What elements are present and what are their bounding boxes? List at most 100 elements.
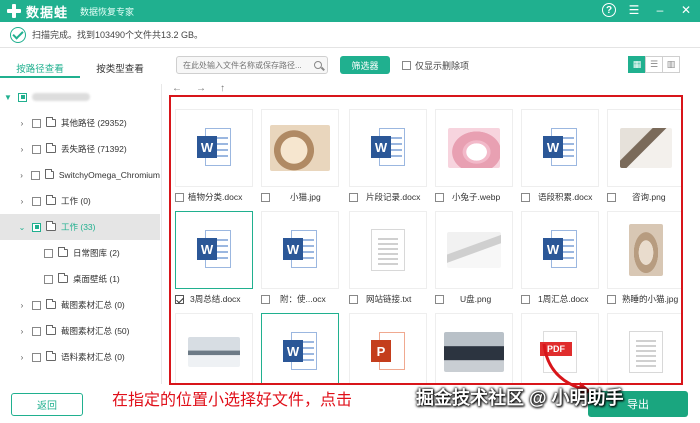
file-checkbox[interactable] bbox=[521, 192, 530, 202]
list-view-icon[interactable]: ☰ bbox=[645, 56, 663, 73]
file-item[interactable]: U盘.png bbox=[435, 211, 513, 307]
file-item[interactable]: W 植物分类.docx bbox=[175, 109, 253, 205]
file-checkbox[interactable] bbox=[607, 294, 616, 304]
file-checkbox[interactable] bbox=[349, 294, 358, 304]
tree-item-work-0[interactable]: › 工作 (0) bbox=[0, 188, 160, 214]
file-checkbox[interactable] bbox=[261, 294, 270, 304]
file-label: 语段积累.docx bbox=[521, 191, 607, 203]
file-item[interactable]: W 1周汇总.docx bbox=[521, 211, 599, 307]
file-item[interactable]: W 3周总结.docx bbox=[175, 211, 253, 307]
file-item[interactable]: 熟睡的小猫.jpg bbox=[607, 211, 681, 307]
file-thumbnail[interactable] bbox=[607, 109, 681, 187]
file-thumbnail[interactable]: W bbox=[521, 211, 599, 289]
menu-icon[interactable]: ☰ bbox=[626, 2, 642, 18]
file-checkbox[interactable] bbox=[435, 294, 444, 304]
tree-checkbox[interactable] bbox=[32, 222, 41, 232]
file-item[interactable]: W 附：使...ocx bbox=[261, 211, 339, 307]
chevron-down-icon[interactable]: ⌄ bbox=[18, 223, 26, 232]
filter-button[interactable]: 筛选器 bbox=[340, 56, 390, 74]
chevron-right-icon[interactable]: › bbox=[18, 145, 26, 154]
search-input[interactable] bbox=[183, 60, 309, 70]
chevron-right-icon[interactable]: › bbox=[18, 301, 26, 310]
chevron-right-icon[interactable]: › bbox=[18, 171, 25, 180]
detail-view-icon[interactable]: ▥ bbox=[662, 56, 680, 73]
laptop-photo-thumbnail bbox=[188, 337, 240, 367]
file-item[interactable] bbox=[435, 313, 513, 383]
tree-item-desktop-wallpaper[interactable]: 桌面壁纸 (1) bbox=[0, 266, 160, 292]
tree-item-screenshot-50[interactable]: › 截图素材汇总 (50) bbox=[0, 318, 160, 344]
file-item[interactable]: W 语段积累.docx bbox=[521, 109, 599, 205]
tree-root-checkbox[interactable] bbox=[18, 92, 27, 102]
search-icon[interactable] bbox=[314, 61, 322, 69]
file-thumbnail[interactable]: W bbox=[521, 109, 599, 187]
file-item[interactable]: 网站链接.txt bbox=[349, 211, 427, 307]
file-checkbox[interactable] bbox=[349, 192, 358, 202]
file-item[interactable] bbox=[175, 313, 253, 383]
file-thumbnail[interactable]: W bbox=[175, 211, 253, 289]
tree-checkbox[interactable] bbox=[32, 118, 41, 128]
tree-checkbox[interactable] bbox=[32, 352, 41, 362]
file-checkbox[interactable] bbox=[175, 294, 184, 304]
meeting-photo-thumbnail bbox=[620, 128, 672, 168]
chevron-right-icon[interactable]: › bbox=[18, 119, 26, 128]
file-item[interactable] bbox=[607, 313, 681, 383]
file-thumbnail[interactable]: W bbox=[261, 211, 339, 289]
file-checkbox[interactable] bbox=[261, 192, 270, 202]
file-name: 小猫.jpg bbox=[290, 192, 321, 202]
file-checkbox[interactable] bbox=[607, 192, 616, 202]
tree-item-corpus[interactable]: › 语料素材汇总 (0) bbox=[0, 344, 160, 370]
help-icon[interactable]: ? bbox=[602, 3, 616, 17]
tree-root[interactable]: ▼ bbox=[0, 84, 160, 110]
tree-item-lost-paths[interactable]: › 丢失路径 (71392) bbox=[0, 136, 160, 162]
file-thumbnail[interactable] bbox=[607, 313, 681, 383]
tree-item-screenshot-0[interactable]: › 截图素材汇总 (0) bbox=[0, 292, 160, 318]
back-arrow-icon[interactable]: ← bbox=[172, 83, 182, 94]
tree-checkbox[interactable] bbox=[44, 274, 53, 284]
tree-item-daily-gallery[interactable]: 日常图库 (2) bbox=[0, 240, 160, 266]
close-icon[interactable]: ✕ bbox=[678, 2, 694, 18]
up-arrow-icon[interactable]: ↑ bbox=[220, 83, 225, 94]
file-item[interactable]: W 片段记录.docx bbox=[349, 109, 427, 205]
tab-by-path[interactable]: 按路径查看 bbox=[0, 56, 80, 78]
chevron-right-icon[interactable]: › bbox=[18, 327, 26, 336]
file-item[interactable]: 小猫.jpg bbox=[261, 109, 339, 205]
file-item[interactable]: W bbox=[261, 313, 339, 383]
tree-checkbox[interactable] bbox=[32, 326, 41, 336]
tree-checkbox[interactable] bbox=[32, 144, 41, 154]
file-thumbnail[interactable]: W bbox=[349, 109, 427, 187]
file-thumbnail[interactable] bbox=[435, 211, 513, 289]
tree-checkbox[interactable] bbox=[44, 248, 53, 258]
file-checkbox[interactable] bbox=[521, 294, 530, 304]
back-button[interactable]: 返回 bbox=[11, 393, 83, 416]
file-item[interactable]: 咨询.png bbox=[607, 109, 681, 205]
file-item[interactable]: 小兔子.webp bbox=[435, 109, 513, 205]
only-deleted-toggle[interactable]: 仅显示删除项 bbox=[402, 59, 469, 72]
chevron-right-icon[interactable]: › bbox=[18, 197, 26, 206]
chevron-down-icon[interactable]: ▼ bbox=[4, 93, 12, 102]
file-thumbnail[interactable] bbox=[435, 313, 513, 383]
forward-arrow-icon[interactable]: → bbox=[196, 83, 206, 94]
grid-view-icon[interactable]: ▦ bbox=[628, 56, 646, 73]
tree-item-work-33[interactable]: ⌄ 工作 (33) bbox=[0, 214, 160, 240]
file-thumbnail[interactable]: P bbox=[349, 313, 427, 383]
tree-checkbox[interactable] bbox=[32, 300, 41, 310]
tree-item-label: 工作 (33) bbox=[61, 222, 96, 232]
only-deleted-checkbox[interactable] bbox=[402, 61, 411, 70]
tree-item-other-paths[interactable]: › 其他路径 (29352) bbox=[0, 110, 160, 136]
chevron-right-icon[interactable]: › bbox=[18, 353, 26, 362]
minimize-icon[interactable]: – bbox=[652, 2, 668, 18]
file-thumbnail[interactable] bbox=[607, 211, 681, 289]
file-thumbnail[interactable] bbox=[349, 211, 427, 289]
file-checkbox[interactable] bbox=[435, 192, 444, 202]
file-item[interactable]: P bbox=[349, 313, 427, 383]
tree-checkbox[interactable] bbox=[31, 170, 40, 180]
file-thumbnail[interactable] bbox=[435, 109, 513, 187]
file-checkbox[interactable] bbox=[175, 192, 184, 202]
file-thumbnail[interactable] bbox=[261, 109, 339, 187]
tree-item-switchyomega[interactable]: › SwitchyOmega_Chromium bbox=[0, 162, 160, 188]
file-thumbnail[interactable]: W bbox=[175, 109, 253, 187]
file-thumbnail[interactable] bbox=[175, 313, 253, 383]
file-thumbnail[interactable]: W bbox=[261, 313, 339, 383]
tree-checkbox[interactable] bbox=[32, 196, 41, 206]
tab-by-type[interactable]: 按类型查看 bbox=[80, 56, 160, 78]
